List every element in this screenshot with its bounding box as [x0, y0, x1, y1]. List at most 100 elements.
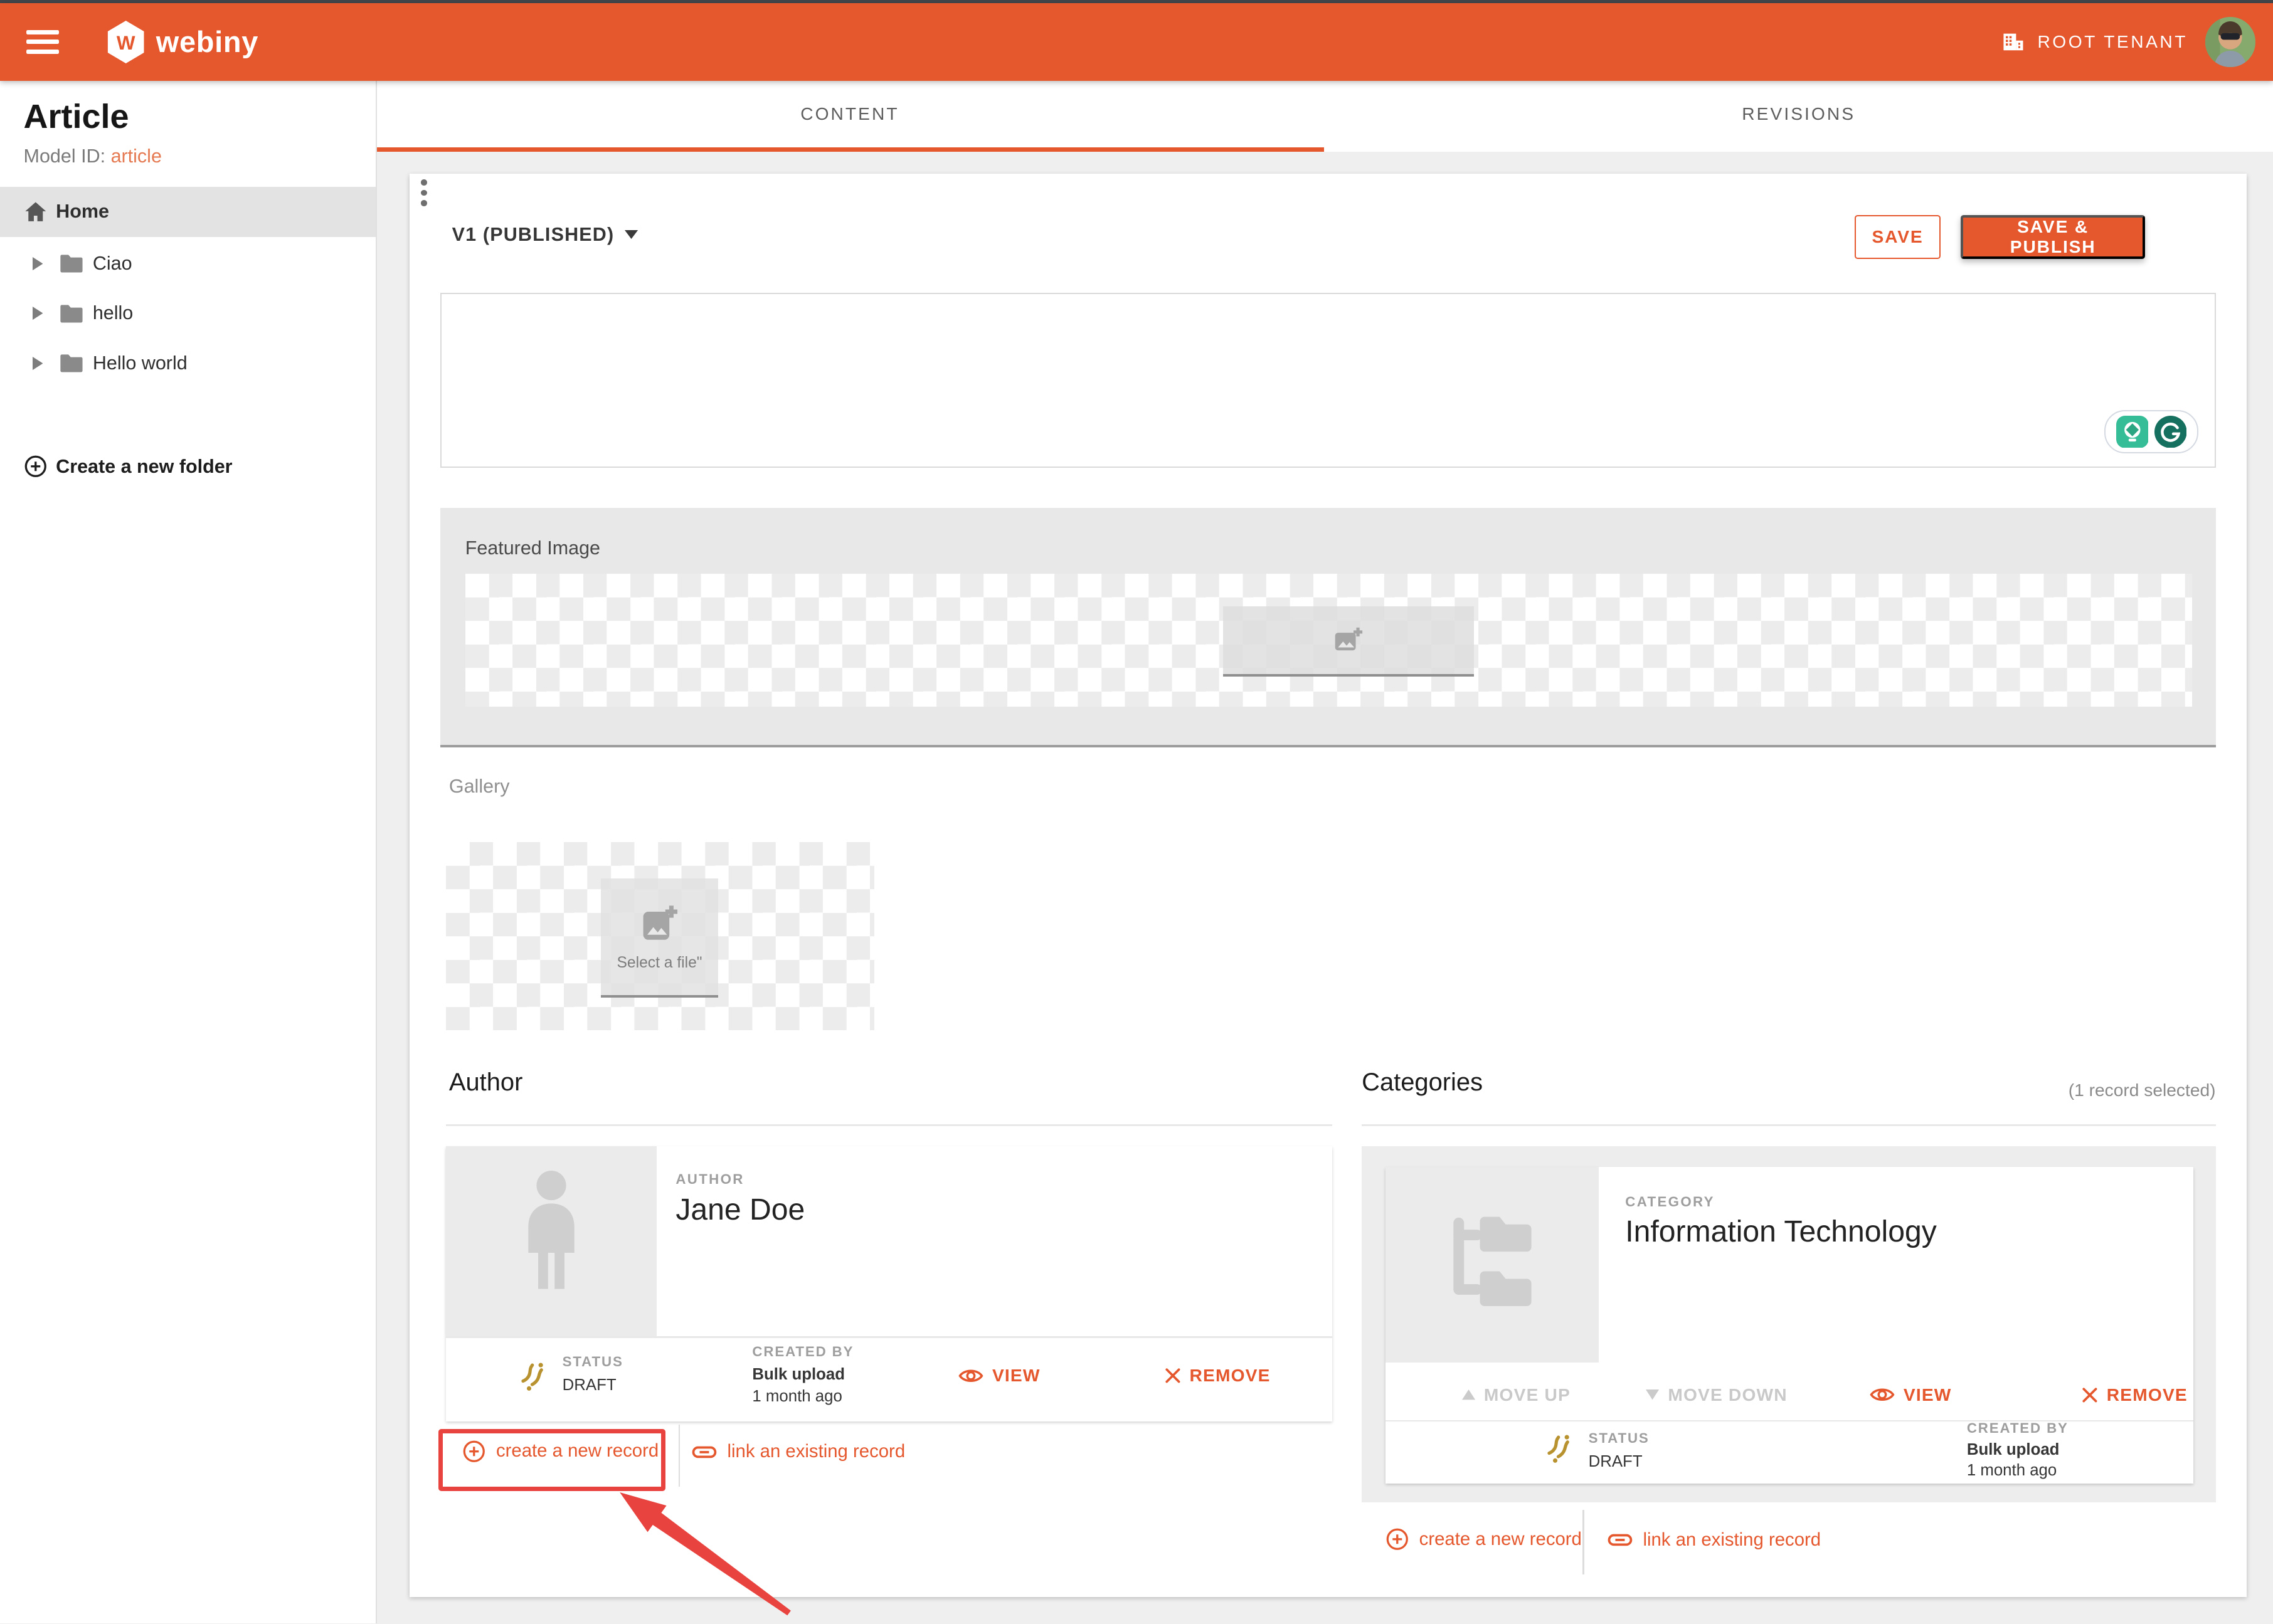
- add-circle-icon: [24, 455, 48, 478]
- link-icon: [1608, 1527, 1633, 1553]
- created-ago: 1 month ago: [1967, 1462, 2057, 1480]
- author-name: Jane Doe: [676, 1192, 805, 1227]
- webiny-logo[interactable]: W webiny: [106, 21, 258, 63]
- created-by-value: Bulk upload: [1967, 1441, 2060, 1459]
- user-avatar[interactable]: [2205, 17, 2255, 67]
- folder-icon: [59, 353, 84, 374]
- status-label: STATUS: [1589, 1430, 1650, 1447]
- gallery-dropzone[interactable]: Select a file": [446, 842, 874, 1030]
- section-divider: [1362, 1124, 2215, 1126]
- tab-content[interactable]: CONTENT: [376, 81, 1325, 147]
- category-field-label: CATEGORY: [1625, 1194, 1715, 1210]
- grammarly-widget[interactable]: [2104, 410, 2198, 454]
- sidebar-item-folder-hello[interactable]: hello: [0, 288, 376, 339]
- category-record-card: CATEGORY Information Technology MOVE UP …: [1386, 1167, 2194, 1484]
- move-down-label: MOVE DOWN: [1668, 1385, 1787, 1405]
- created-by-label: CREATED BY: [1967, 1420, 2069, 1437]
- tab-revisions[interactable]: REVISIONS: [1324, 81, 2273, 147]
- author-field-label: AUTHOR: [676, 1171, 744, 1188]
- folder-icon: [59, 303, 84, 324]
- rich-text-editor[interactable]: [440, 293, 2216, 468]
- view-label: VIEW: [992, 1366, 1041, 1386]
- content-entry-card: V1 (PUBLISHED) SAVE SAVE & PUBLISH: [410, 174, 2247, 1597]
- categories-list-container: CATEGORY Information Technology MOVE UP …: [1362, 1146, 2215, 1502]
- svg-text:W: W: [117, 32, 135, 54]
- chevron-right-icon[interactable]: [33, 307, 47, 320]
- status-label: STATUS: [563, 1354, 623, 1370]
- create-folder-label: Create a new folder: [56, 456, 232, 478]
- sidebar-item-label: hello: [93, 302, 133, 324]
- sidebar-item-folder-hello-world[interactable]: Hello world: [0, 339, 376, 389]
- remove-label: REMOVE: [2107, 1385, 2188, 1405]
- featured-image-dropzone[interactable]: [465, 574, 2192, 706]
- hamburger-menu-icon[interactable]: [26, 30, 59, 54]
- category-name: Information Technology: [1625, 1214, 1937, 1249]
- home-icon: [24, 201, 48, 223]
- grammarly-g-icon[interactable]: [2154, 416, 2187, 448]
- gallery-select-file-tile[interactable]: Select a file": [601, 878, 719, 997]
- link-record-label: link an existing record: [727, 1441, 905, 1462]
- tenant-label: ROOT TENANT: [2037, 32, 2188, 52]
- top-app-bar: W webiny ROOT TENANT: [0, 3, 2273, 81]
- status-value: DRAFT: [1589, 1453, 1643, 1471]
- sidebar-item-label: Hello world: [93, 352, 188, 374]
- model-id: Model ID: article: [24, 145, 162, 167]
- move-up-icon: [1462, 1389, 1475, 1400]
- eye-icon: [1870, 1385, 1895, 1405]
- view-label: VIEW: [1904, 1385, 1952, 1405]
- author-view-button[interactable]: VIEW: [958, 1366, 1041, 1386]
- records-selected-info: (1 record selected): [2069, 1080, 2216, 1100]
- category-create-record-button[interactable]: create a new record: [1386, 1527, 1582, 1551]
- brand-wordmark: webiny: [156, 25, 258, 59]
- featured-image-select-target[interactable]: [1223, 606, 1473, 677]
- category-view-button[interactable]: VIEW: [1870, 1385, 1952, 1405]
- save-button[interactable]: SAVE: [1855, 215, 1940, 259]
- sidebar-item-label: Home: [56, 201, 109, 223]
- category-remove-button[interactable]: REMOVE: [2082, 1385, 2188, 1405]
- author-section-heading: Author: [449, 1068, 523, 1097]
- featured-image-label: Featured Image: [465, 537, 600, 559]
- image-add-icon: [637, 902, 681, 946]
- sidebar: Article Model ID: article Home Ciao hell…: [0, 81, 377, 1623]
- grammarly-suggestion-icon[interactable]: [2116, 416, 2149, 448]
- author-record-card: AUTHOR Jane Doe STATUS DRAFT CREATED BY …: [446, 1146, 1332, 1421]
- chevron-right-icon[interactable]: [33, 257, 47, 270]
- revision-selector[interactable]: V1 (PUBLISHED): [452, 224, 638, 246]
- categories-section-heading: Categories: [1362, 1068, 1483, 1097]
- model-id-value: article: [111, 145, 162, 167]
- card-divider: [1386, 1420, 2194, 1421]
- tenant-building-icon: [2001, 29, 2026, 55]
- revision-label: V1 (PUBLISHED): [452, 224, 615, 246]
- create-record-label: create a new record: [496, 1440, 659, 1462]
- webiny-cms-app: W webiny ROOT TENANT: [0, 0, 2273, 1623]
- create-record-label: create a new record: [1419, 1529, 1582, 1550]
- page-title: Article: [24, 97, 129, 136]
- draft-status-icon: [518, 1360, 549, 1394]
- tab-label: CONTENT: [800, 104, 899, 124]
- tenant-selector[interactable]: ROOT TENANT: [2001, 29, 2188, 55]
- link-record-label: link an existing record: [1643, 1529, 1821, 1551]
- created-by-label: CREATED BY: [752, 1344, 854, 1360]
- webiny-hexagon-icon: W: [106, 21, 146, 63]
- category-move-up-button[interactable]: MOVE UP: [1462, 1385, 1571, 1405]
- draft-status-icon: [1544, 1432, 1575, 1466]
- author-link-record-button[interactable]: link an existing record: [692, 1440, 905, 1465]
- image-add-icon: [1332, 624, 1365, 656]
- created-by-value: Bulk upload: [752, 1366, 845, 1384]
- remove-label: REMOVE: [1190, 1366, 1271, 1386]
- add-circle-icon: [462, 1440, 486, 1463]
- status-value: DRAFT: [563, 1376, 617, 1395]
- kebab-menu-icon[interactable]: [410, 174, 439, 212]
- author-remove-button[interactable]: REMOVE: [1165, 1366, 1271, 1386]
- author-create-record-button[interactable]: create a new record: [462, 1440, 659, 1463]
- create-folder-button[interactable]: Create a new folder: [0, 441, 376, 492]
- tab-bar: CONTENT REVISIONS: [376, 81, 2273, 152]
- chevron-right-icon[interactable]: [33, 357, 47, 370]
- sidebar-item-folder-ciao[interactable]: Ciao: [0, 238, 376, 288]
- category-move-down-button[interactable]: MOVE DOWN: [1646, 1385, 1788, 1405]
- category-link-record-button[interactable]: link an existing record: [1608, 1527, 1821, 1553]
- close-icon: [1165, 1368, 1181, 1384]
- sidebar-item-home[interactable]: Home: [0, 187, 376, 237]
- folder-tree-icon: [1438, 1211, 1547, 1320]
- save-publish-button[interactable]: SAVE & PUBLISH: [1961, 215, 2144, 259]
